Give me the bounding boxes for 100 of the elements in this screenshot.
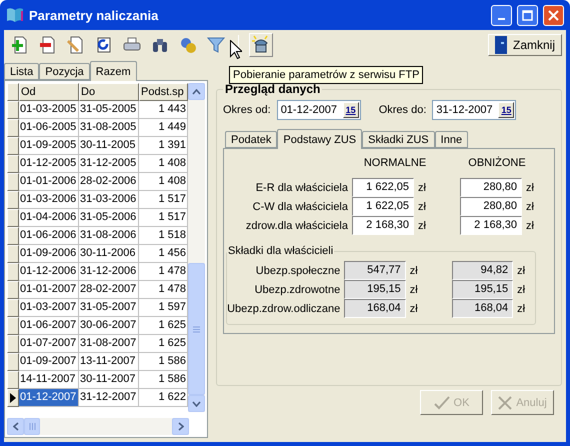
period-label: Okres od: — [223, 104, 271, 116]
amount-field[interactable]: 2 168,30 — [460, 216, 522, 235]
currency-unit: zł — [417, 220, 427, 232]
chevron-right-icon — [178, 422, 184, 431]
calendar-button[interactable]: 15 — [498, 102, 514, 118]
table-cell: 31-12-2007 — [79, 389, 139, 407]
table-cell: 01-09-2007 — [19, 353, 79, 371]
book-icon — [6, 7, 24, 23]
table-cell: 31-05-2005 — [79, 101, 139, 119]
horizontal-scrollbar[interactable] — [7, 418, 189, 435]
amount-field[interactable]: 280,80 — [460, 197, 522, 216]
close-button[interactable] — [543, 4, 564, 26]
field-label: E-R dla właściciela — [254, 182, 349, 194]
binoculars-icon — [151, 36, 169, 54]
table-cell: 30-06-2007 — [79, 317, 139, 335]
table-cell: 01-01-2006 — [19, 173, 79, 191]
maximize-icon — [522, 10, 533, 20]
cross-icon — [498, 396, 512, 410]
column-header[interactable]: Podst.sp — [139, 83, 188, 101]
currency-unit: zł — [516, 302, 526, 314]
table-cell: 01-03-2006 — [19, 191, 79, 209]
table-cell: 01-12-2006 — [19, 263, 79, 281]
table-cell: 30-11-2007 — [79, 371, 139, 389]
minimize-button[interactable] — [491, 4, 512, 26]
tab[interactable]: Razem — [90, 61, 137, 81]
table-cell: 30-11-2006 — [79, 245, 139, 263]
tab[interactable]: Inne — [434, 131, 468, 148]
row-indicator[interactable] — [7, 389, 19, 407]
minimize-icon — [498, 18, 505, 20]
table-cell: 28-02-2007 — [79, 281, 139, 299]
currency-unit: zł — [408, 284, 419, 296]
chevron-up-icon — [192, 88, 201, 94]
window-title: Parametry naliczania — [29, 8, 160, 22]
column-header[interactable]: Do — [79, 83, 139, 101]
table-cell: 01-01-2007 — [19, 281, 79, 299]
column-header[interactable]: Od — [19, 83, 79, 101]
chevron-left-icon — [12, 422, 18, 431]
tab[interactable]: Lista — [4, 63, 40, 80]
field-label: Ubezp.zdrowotne — [254, 284, 342, 296]
amount-field: 195,15 — [344, 280, 406, 299]
filter-icon — [207, 36, 225, 54]
field-label: C-W dla właściciela — [252, 200, 349, 212]
table-cell: 31-08-2007 — [79, 335, 139, 353]
table-cell: 31-08-2006 — [79, 227, 139, 245]
row-indicator — [7, 83, 19, 101]
table-cell: 31-05-2007 — [79, 299, 139, 317]
currency-unit: zł — [408, 302, 419, 314]
table-cell: 01-12-2005 — [19, 155, 79, 173]
maximize-button[interactable] — [517, 4, 538, 26]
table-cell: 01-12-2007 — [19, 389, 79, 407]
table-cell: 01-06-2005 — [19, 119, 79, 137]
currency-unit: zł — [408, 264, 419, 276]
amount-field[interactable]: 1 622,05 — [352, 178, 414, 197]
vertical-scrollbar[interactable] — [188, 83, 205, 412]
close-icon — [548, 10, 559, 20]
table-cell: 01-03-2007 — [19, 299, 79, 317]
currency-unit: zł — [417, 200, 427, 212]
table-cell: 01-07-2007 — [19, 335, 79, 353]
tooltip: Pobieranie parametrów z serwisu FTP — [229, 66, 424, 84]
close-dialog-button[interactable]: Zamknij — [488, 34, 562, 56]
add-document-icon — [11, 36, 29, 54]
amount-field: 168,04 — [452, 299, 514, 318]
amount-field[interactable]: 1 622,05 — [352, 197, 414, 216]
amount-field[interactable]: 2 168,30 — [352, 216, 414, 235]
tab[interactable]: Podatek — [225, 131, 278, 148]
column-header: NORMALNE — [362, 157, 428, 169]
field-label: Ubezp.zdrow.odliczane — [227, 302, 342, 314]
table-cell: 31-12-2006 — [79, 263, 139, 281]
refresh-icon — [95, 36, 113, 54]
grip-icon — [28, 423, 36, 430]
table-cell: 31-08-2005 — [79, 119, 139, 137]
tab[interactable]: Podstawy ZUS — [277, 129, 362, 149]
amount-field: 168,04 — [344, 299, 406, 318]
amount-field: 195,15 — [452, 280, 514, 299]
table-cell: 31-05-2006 — [79, 209, 139, 227]
currency-unit: zł — [417, 182, 427, 194]
checkmark-icon — [434, 396, 450, 410]
table-cell: 31-03-2006 — [79, 191, 139, 209]
amount-field: 547,77 — [344, 261, 406, 280]
table-cell: 28-02-2006 — [79, 173, 139, 191]
currency-unit: zł — [525, 200, 535, 212]
current-row-icon — [10, 393, 16, 403]
calendar-button[interactable]: 15 — [342, 102, 359, 118]
grip-icon — [193, 326, 200, 332]
ftp-download-button[interactable] — [249, 33, 273, 57]
amount-field[interactable]: 280,80 — [460, 178, 522, 197]
table-cell: 01-03-2005 — [19, 101, 79, 119]
chevron-down-icon — [192, 400, 201, 406]
date-field[interactable]: 01-12-2007 15 — [276, 100, 361, 120]
field-label: zdrow.dla właściciela — [244, 220, 349, 232]
table-cell: 01-09-2006 — [19, 245, 79, 263]
currency-unit: zł — [516, 264, 526, 276]
tab[interactable]: Pozycja — [39, 63, 90, 80]
tab[interactable]: Składki ZUS — [362, 131, 435, 148]
group-title: Składki dla właścicieli — [227, 245, 334, 257]
table-cell: 13-11-2007 — [79, 353, 139, 371]
table-cell: 01-04-2006 — [19, 209, 79, 227]
table-cell: 31-12-2005 — [79, 155, 139, 173]
edit-document-icon — [67, 36, 85, 54]
date-field[interactable]: 31-12-2007 15 — [432, 100, 516, 120]
